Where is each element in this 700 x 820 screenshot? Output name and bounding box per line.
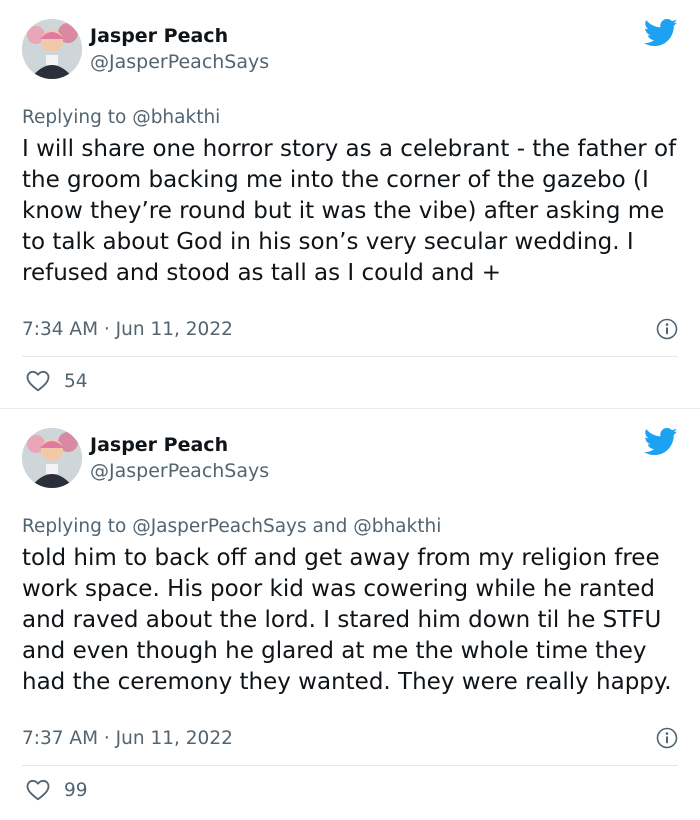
info-icon[interactable] <box>656 727 678 749</box>
avatar[interactable] <box>22 428 82 488</box>
reply-prefix: Replying to <box>22 516 133 537</box>
reply-mention[interactable]: @bhakthi <box>132 107 220 128</box>
tweet-header: Jasper Peach @JasperPeachSays <box>22 427 678 489</box>
heart-icon <box>26 370 50 392</box>
display-name[interactable]: Jasper Peach <box>90 23 269 49</box>
like-button[interactable]: 54 <box>26 370 88 392</box>
avatar[interactable] <box>22 19 82 79</box>
divider <box>22 765 678 766</box>
like-count: 99 <box>64 779 88 801</box>
tweet-meta: 7:37 AM · Jun 11, 2022 <box>22 727 678 749</box>
twitter-bird-icon[interactable] <box>644 18 678 48</box>
like-count: 54 <box>64 370 88 392</box>
twitter-bird-icon[interactable] <box>644 427 678 457</box>
reply-mention[interactable]: @bhakthi <box>353 516 441 537</box>
author-names: Jasper Peach @JasperPeachSays <box>90 23 269 75</box>
like-button[interactable]: 99 <box>26 779 88 801</box>
tweet-text: told him to back off and get away from m… <box>22 545 672 695</box>
timestamp[interactable]: 7:37 AM · Jun 11, 2022 <box>22 728 233 749</box>
reply-context: Replying to @JasperPeachSays and @bhakth… <box>22 515 678 539</box>
timestamp[interactable]: 7:34 AM · Jun 11, 2022 <box>22 319 233 340</box>
reply-joiner: and <box>306 516 354 537</box>
reply-mention[interactable]: @JasperPeachSays <box>132 516 306 537</box>
tweet-card[interactable]: Jasper Peach @JasperPeachSays Replying t… <box>0 408 700 819</box>
handle[interactable]: @JasperPeachSays <box>90 458 269 484</box>
display-name[interactable]: Jasper Peach <box>90 432 269 458</box>
tweet-meta: 7:34 AM · Jun 11, 2022 <box>22 318 678 340</box>
tweet-card[interactable]: Jasper Peach @JasperPeachSays Replying t… <box>0 0 700 408</box>
author-names: Jasper Peach @JasperPeachSays <box>90 432 269 484</box>
heart-icon <box>26 779 50 801</box>
reply-context: Replying to @bhakthi <box>22 106 678 130</box>
tweet-header: Jasper Peach @JasperPeachSays <box>22 18 678 80</box>
divider <box>22 356 678 357</box>
handle[interactable]: @JasperPeachSays <box>90 49 269 75</box>
tweet-text: I will share one horror story as a celeb… <box>22 136 677 286</box>
reply-prefix: Replying to <box>22 107 133 128</box>
info-icon[interactable] <box>656 318 678 340</box>
